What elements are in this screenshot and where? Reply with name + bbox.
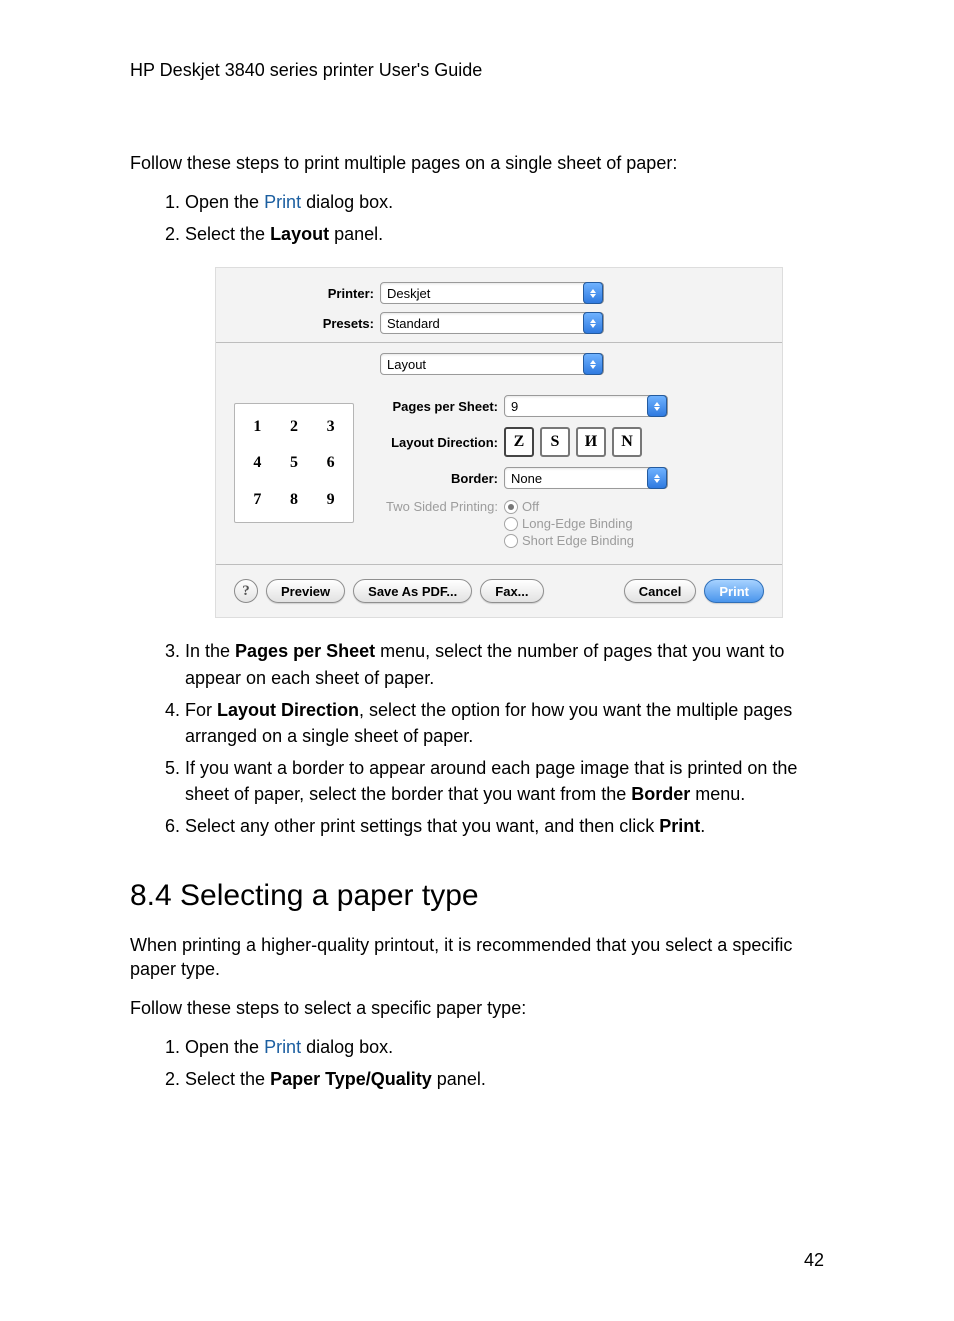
- step-text: panel.: [329, 224, 383, 244]
- step-bold: Paper Type/Quality: [270, 1069, 432, 1089]
- divider: [216, 342, 782, 343]
- printer-select[interactable]: Deskjet: [380, 282, 604, 304]
- step-bold: Border: [631, 784, 690, 804]
- step-text: dialog box.: [301, 192, 393, 212]
- layout-direction-group: Z S И N: [504, 427, 642, 457]
- pages-per-sheet-select[interactable]: 9: [504, 395, 668, 417]
- presets-label: Presets:: [234, 316, 380, 331]
- print-link[interactable]: Print: [264, 192, 301, 212]
- preview-cell: 1: [253, 418, 261, 436]
- border-label: Border:: [378, 471, 504, 486]
- radio-label: Off: [522, 499, 539, 514]
- preview-cell: 4: [253, 454, 261, 472]
- radio-long-edge: Long-Edge Binding: [504, 516, 634, 531]
- select-value: Layout: [387, 357, 426, 372]
- dropdown-arrows-icon: [647, 395, 667, 417]
- two-sided-radio-group: Off Long-Edge Binding Short Edge Binding: [504, 499, 634, 548]
- help-button[interactable]: ?: [234, 579, 258, 603]
- step-text: Select the: [185, 1069, 270, 1089]
- print-button[interactable]: Print: [704, 579, 764, 603]
- step-5: If you want a border to appear around ea…: [185, 755, 824, 807]
- step-text: dialog box.: [301, 1037, 393, 1057]
- radio-icon: [504, 500, 518, 514]
- select-value: None: [511, 471, 542, 486]
- step-6: Select any other print settings that you…: [185, 813, 824, 839]
- border-select[interactable]: None: [504, 467, 668, 489]
- step-text: For: [185, 700, 217, 720]
- dropdown-arrows-icon: [647, 467, 667, 489]
- select-value: 9: [511, 399, 518, 414]
- step-text: Select any other print settings that you…: [185, 816, 659, 836]
- layout-direction-label: Layout Direction:: [378, 435, 504, 450]
- step-text: menu.: [690, 784, 745, 804]
- step-text: In the: [185, 641, 235, 661]
- select-value: Standard: [387, 316, 440, 331]
- step-text: .: [700, 816, 705, 836]
- print-link[interactable]: Print: [264, 1037, 301, 1057]
- section-paragraph: When printing a higher-quality printout,…: [130, 933, 824, 982]
- preview-cell: 9: [327, 491, 335, 509]
- radio-icon: [504, 517, 518, 531]
- step-3: In the Pages per Sheet menu, select the …: [185, 638, 824, 690]
- preview-cell: 3: [327, 418, 335, 436]
- preview-cell: 7: [253, 491, 261, 509]
- radio-off: Off: [504, 499, 634, 514]
- steps-list-a: Open the Print dialog box. Select the La…: [130, 189, 824, 247]
- step-2c: Select the Paper Type/Quality panel.: [185, 1066, 824, 1092]
- document-header: HP Deskjet 3840 series printer User's Gu…: [130, 60, 824, 81]
- steps-list-c: Open the Print dialog box. Select the Pa…: [130, 1034, 824, 1092]
- step-text: Select the: [185, 224, 270, 244]
- layout-preview: 1 2 3 4 5 6 7 8 9: [234, 403, 354, 523]
- intro-paragraph: Follow these steps to print multiple pag…: [130, 151, 824, 175]
- presets-select[interactable]: Standard: [380, 312, 604, 334]
- layout-direction-option[interactable]: S: [540, 427, 570, 457]
- print-dialog-screenshot: Printer: Deskjet Presets: Standard Layou…: [215, 267, 783, 618]
- step-bold: Layout: [270, 224, 329, 244]
- printer-label: Printer:: [234, 286, 380, 301]
- preview-cell: 5: [290, 454, 298, 472]
- preview-cell: 2: [290, 418, 298, 436]
- preview-cell: 8: [290, 491, 298, 509]
- step-text: panel.: [432, 1069, 486, 1089]
- radio-label: Long-Edge Binding: [522, 516, 633, 531]
- step-text: Open the: [185, 192, 264, 212]
- dropdown-arrows-icon: [583, 353, 603, 375]
- radio-icon: [504, 534, 518, 548]
- select-value: Deskjet: [387, 286, 430, 301]
- step-bold: Layout Direction: [217, 700, 359, 720]
- section-paragraph: Follow these steps to select a specific …: [130, 996, 824, 1020]
- steps-list-b: In the Pages per Sheet menu, select the …: [130, 638, 824, 839]
- layout-direction-option[interactable]: Z: [504, 427, 534, 457]
- preview-cell: 6: [327, 454, 335, 472]
- step-bold: Print: [659, 816, 700, 836]
- divider: [216, 564, 782, 565]
- cancel-button[interactable]: Cancel: [624, 579, 697, 603]
- radio-label: Short Edge Binding: [522, 533, 634, 548]
- page-number: 42: [804, 1250, 824, 1271]
- layout-direction-option[interactable]: N: [612, 427, 642, 457]
- step-2: Select the Layout panel.: [185, 221, 824, 247]
- radio-short-edge: Short Edge Binding: [504, 533, 634, 548]
- layout-direction-option[interactable]: И: [576, 427, 606, 457]
- two-sided-label: Two Sided Printing:: [378, 499, 504, 514]
- dropdown-arrows-icon: [583, 282, 603, 304]
- dropdown-arrows-icon: [583, 312, 603, 334]
- step-1: Open the Print dialog box.: [185, 189, 824, 215]
- panel-select[interactable]: Layout: [380, 353, 604, 375]
- preview-button[interactable]: Preview: [266, 579, 345, 603]
- step-text: Open the: [185, 1037, 264, 1057]
- step-4: For Layout Direction, select the option …: [185, 697, 824, 749]
- save-as-pdf-button[interactable]: Save As PDF...: [353, 579, 472, 603]
- section-heading: 8.4 Selecting a paper type: [130, 879, 824, 913]
- pages-per-sheet-label: Pages per Sheet:: [378, 399, 504, 414]
- step-1c: Open the Print dialog box.: [185, 1034, 824, 1060]
- step-bold: Pages per Sheet: [235, 641, 375, 661]
- fax-button[interactable]: Fax...: [480, 579, 543, 603]
